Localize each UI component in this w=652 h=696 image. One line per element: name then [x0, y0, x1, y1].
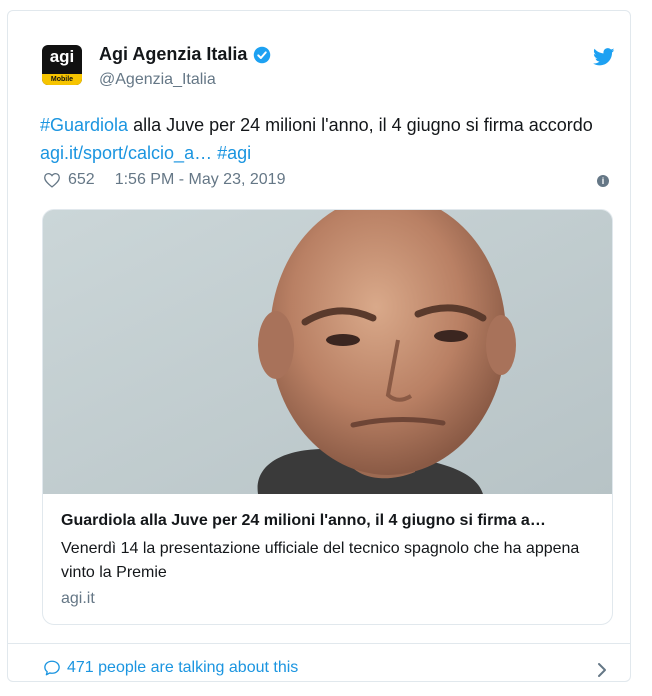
avatar[interactable]: agi Mobile	[38, 41, 86, 89]
like-count[interactable]: 652	[68, 171, 95, 189]
tweet-text: #Guardiola alla Juve per 24 milioni l'an…	[40, 111, 600, 167]
talking-link[interactable]: 471 people are talking about this	[43, 659, 298, 677]
chevron-right-icon[interactable]	[596, 661, 608, 679]
portrait-image	[43, 210, 612, 494]
preview-domain: agi.it	[61, 590, 95, 607]
timestamp[interactable]: 1:56 PM - May 23, 2019	[115, 171, 286, 189]
link-preview-card[interactable]: Guardiola alla Juve per 24 milioni l'ann…	[42, 209, 613, 625]
account-name-row[interactable]: Agi Agenzia Italia	[99, 44, 271, 65]
avatar-logo-text: agi	[49, 47, 75, 66]
twitter-bird-icon[interactable]	[593, 48, 615, 66]
comment-bubble-icon	[44, 660, 60, 676]
preview-description: Venerdì 14 la presentazione ufficiale de…	[61, 540, 580, 581]
info-icon[interactable]: i	[597, 175, 609, 187]
tweet-body: alla Juve per 24 milioni l'anno, il 4 gi…	[128, 115, 593, 135]
avatar-logo-strip: Mobile	[42, 74, 82, 85]
heart-icon[interactable]	[43, 172, 61, 188]
preview-title[interactable]: Guardiola alla Juve per 24 milioni l'ann…	[61, 512, 596, 530]
divider	[8, 643, 630, 644]
talking-count-text[interactable]: 471 people are talking about this	[67, 659, 298, 677]
preview-photo	[43, 210, 612, 494]
hashtag-agi[interactable]: #agi	[217, 143, 251, 163]
tweet-meta: 652 1:56 PM - May 23, 2019	[43, 171, 285, 189]
hashtag-guardiola[interactable]: #Guardiola	[40, 115, 128, 135]
tweet-link[interactable]: agi.it/sport/calcio_a…	[40, 143, 212, 163]
account-handle[interactable]: @Agenzia_Italia	[99, 71, 216, 89]
account-name[interactable]: Agi Agenzia Italia	[99, 44, 247, 65]
verified-badge-icon	[254, 46, 271, 63]
tweet-card: agi Mobile Agi Agenzia Italia @Agenzia_I…	[7, 10, 631, 682]
agi-logo: agi Mobile	[42, 45, 82, 85]
